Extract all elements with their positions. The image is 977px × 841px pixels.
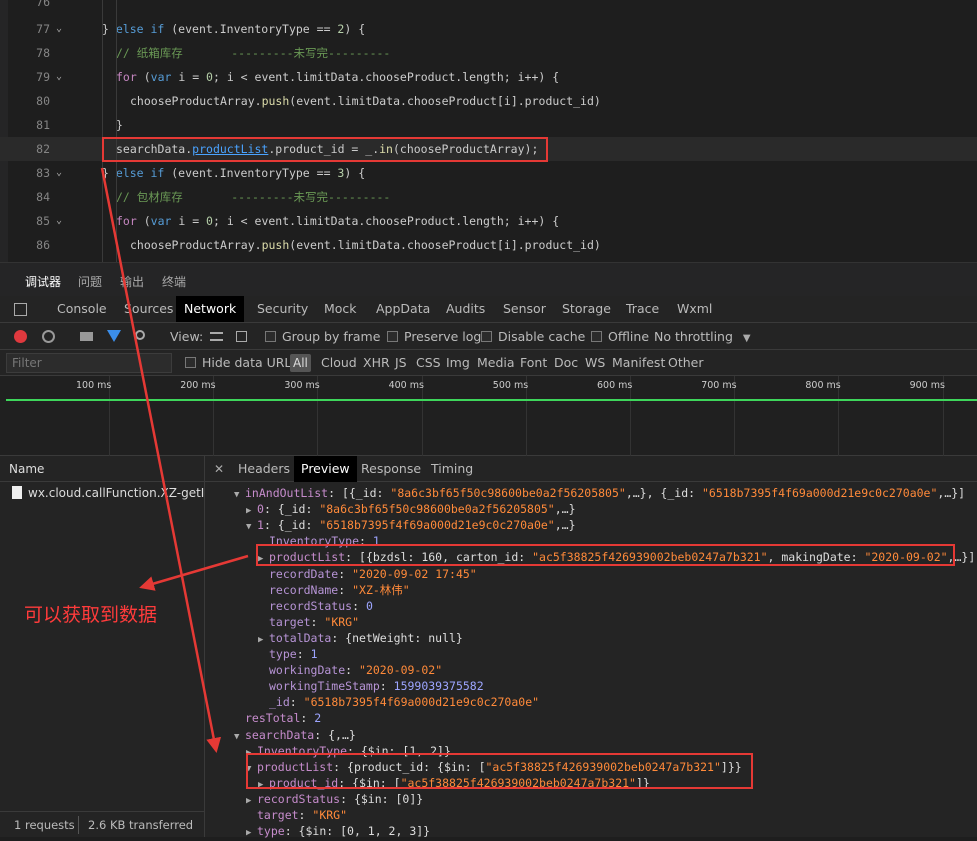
arrow-to-note xyxy=(139,554,249,591)
annotation-arrows xyxy=(100,167,249,753)
arrow-to-searchdata xyxy=(100,167,222,753)
